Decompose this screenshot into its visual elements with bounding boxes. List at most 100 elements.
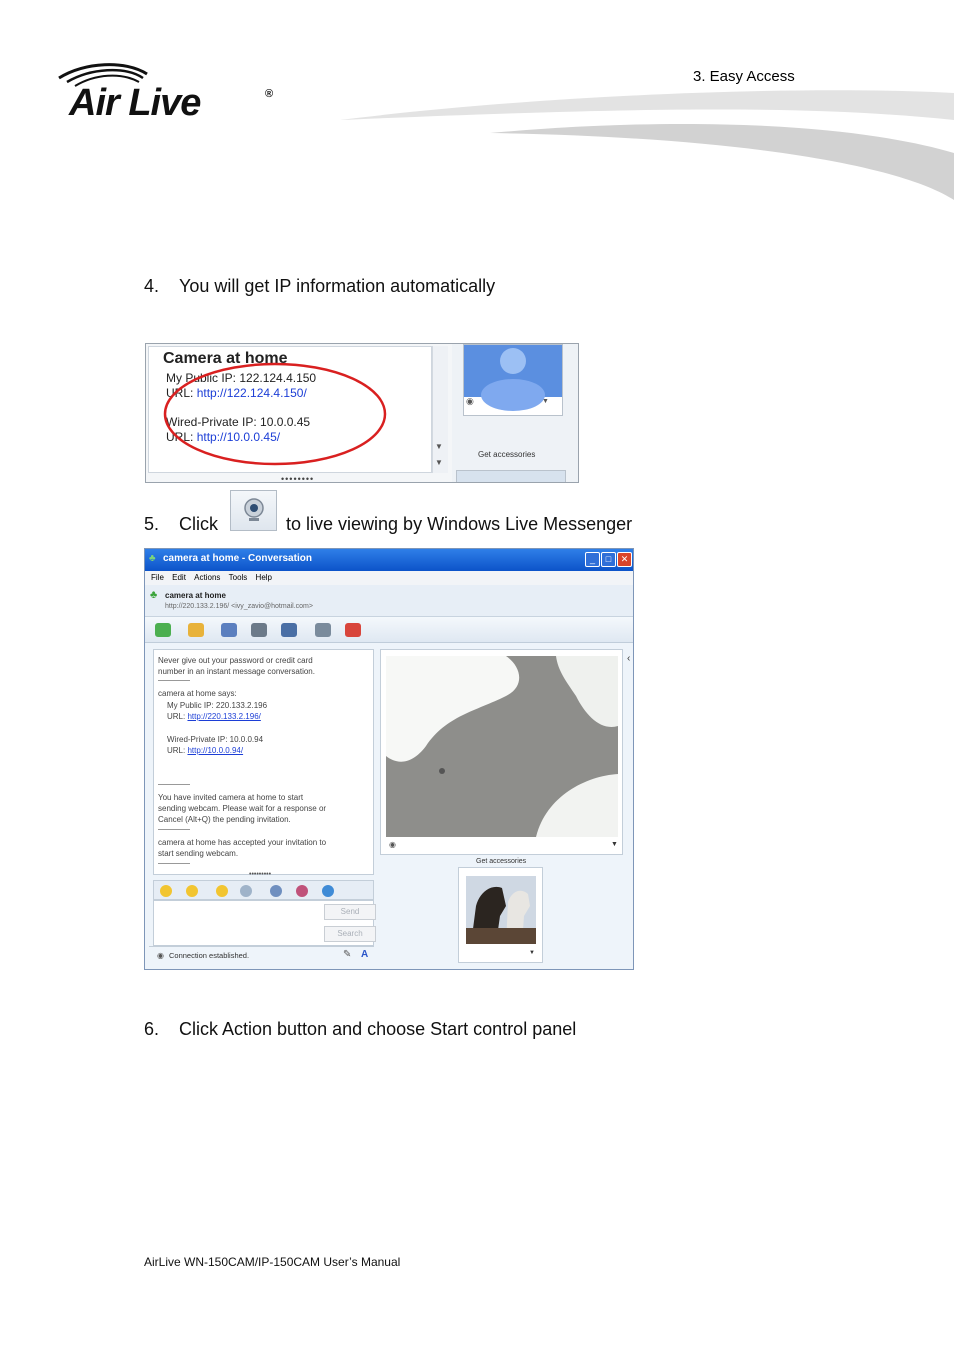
divider (158, 863, 190, 864)
accept-line-2: start sending webcam. (158, 849, 239, 858)
invite-icon[interactable] (155, 623, 171, 637)
ip-info-screenshot: Camera at home My Public IP: 122.124.4.1… (145, 343, 579, 483)
window-titlebar: ♣ camera at home - Conversation _ □ ✕ (145, 549, 633, 571)
invite-line-3: Cancel (Alt+Q) the pending invitation. (158, 815, 291, 824)
messenger-icon: ♣ (149, 553, 156, 564)
step-5: 5. Click (144, 514, 218, 535)
step-number: 6. (144, 1019, 160, 1039)
get-accessories-label[interactable]: Get accessories (478, 450, 535, 459)
invite-line-1: You have invited camera at home to start (158, 793, 304, 802)
ink-icon[interactable] (322, 885, 334, 897)
send-files-icon[interactable] (188, 623, 204, 637)
messenger-conversation-screenshot: ♣ camera at home - Conversation _ □ ✕ Fi… (144, 548, 634, 970)
activities-icon[interactable] (281, 623, 297, 637)
block-icon[interactable] (345, 623, 361, 637)
webcam-feed-image (386, 656, 618, 837)
action-toolbar (145, 617, 633, 643)
accept-line-1: camera at home has accepted your invitat… (158, 838, 327, 847)
private-url-link[interactable]: http://10.0.0.94/ (187, 746, 243, 755)
menu-edit[interactable]: Edit (172, 573, 186, 582)
message-pane: Camera at home My Public IP: 122.124.4.1… (148, 346, 432, 473)
accessories-box (456, 470, 566, 482)
url-label: URL: (167, 712, 186, 721)
handwriting-icon[interactable]: ✎ (343, 949, 351, 960)
webcam-small-icon[interactable]: ◉ (466, 396, 474, 407)
send-button[interactable]: Send (324, 904, 376, 920)
search-button[interactable]: Search (324, 926, 376, 942)
step-number: 4. (144, 276, 160, 296)
airlive-logo: Air Live ® (55, 60, 285, 130)
connection-icon: ◉ (157, 951, 164, 960)
side-panel: ◉ ▼ Get accessories (452, 344, 578, 482)
voice-clip-icon[interactable] (240, 885, 252, 897)
public-ip-text: My Public IP: 220.133.2.196 (167, 701, 268, 710)
public-url-link[interactable]: http://220.133.2.196/ (187, 712, 260, 721)
step-text-before: Click (179, 514, 218, 534)
close-button[interactable]: ✕ (617, 552, 632, 567)
logo-wordmark: Air Live (69, 82, 201, 124)
chat-history: Never give out your password or credit c… (153, 649, 374, 875)
webcam-small-icon[interactable]: ◉ (389, 840, 396, 849)
maximize-button[interactable]: □ (601, 552, 616, 567)
webcam-icon (244, 498, 264, 521)
menu-bar: File Edit Actions Tools Help (145, 571, 633, 585)
step-text: You will get IP information automaticall… (179, 276, 496, 296)
games-icon[interactable] (315, 623, 331, 637)
contact-subtitle: http://220.133.2.196/ <ivy_zavio@hotmail… (165, 603, 313, 610)
step-4: 4. You will get IP information automatica… (144, 276, 495, 297)
registered-mark: ® (265, 88, 274, 100)
red-circle-annotation (163, 362, 387, 466)
divider (158, 829, 190, 830)
chevron-down-icon[interactable]: ▼ (611, 841, 618, 848)
status-bar: ◉ Connection established. ✎ A (149, 946, 374, 963)
scroll-end-icon[interactable]: ▼ (435, 458, 443, 467)
warning-line-1: Never give out your password or credit c… (158, 656, 313, 665)
status-text: Connection established. (169, 951, 250, 960)
url-label: URL: (167, 746, 186, 755)
public-url-row: URL: http://220.133.2.196/ (167, 712, 261, 721)
wink-icon[interactable] (186, 885, 198, 897)
nudge-icon[interactable] (216, 885, 228, 897)
display-picture[interactable]: ▼ (458, 867, 543, 963)
call-icon[interactable] (251, 623, 267, 637)
footer-manual-title: AirLive WN-150CAM/IP-150CAM User’s Manua… (144, 1255, 401, 1269)
menu-tools[interactable]: Tools (229, 573, 248, 582)
background-icon[interactable] (296, 885, 308, 897)
contact-name: camera at home (165, 591, 226, 600)
window-title: camera at home - Conversation (163, 553, 312, 564)
scroll-down-icon[interactable]: ▼ (435, 442, 443, 451)
emoticon-toolbar (153, 880, 374, 900)
chevron-down-icon[interactable]: ▼ (542, 398, 549, 405)
warning-line-2: number in an instant message conversatio… (158, 667, 315, 676)
horses-picture (466, 876, 536, 944)
webcam-scene (386, 656, 618, 837)
contact-status-icon: ♣ (150, 589, 158, 601)
step-6: 6. Click Action button and choose Start c… (144, 1019, 576, 1040)
webcam-button[interactable] (230, 490, 277, 531)
step-5-continuation: to live viewing by Windows Live Messenge… (286, 514, 633, 534)
header-swoosh-decoration (340, 90, 954, 200)
chevron-down-icon[interactable]: ▼ (529, 950, 535, 956)
font-icon[interactable] (270, 885, 282, 897)
private-url-row: URL: http://10.0.0.94/ (167, 746, 243, 755)
avatar[interactable] (463, 344, 563, 416)
menu-actions[interactable]: Actions (194, 573, 220, 582)
menu-help[interactable]: Help (256, 573, 272, 582)
message-input[interactable]: Send Search (153, 900, 376, 946)
divider (158, 680, 190, 681)
invite-line-2: sending webcam. Please wait for a respon… (158, 804, 327, 813)
menu-file[interactable]: File (151, 573, 164, 582)
minimize-button[interactable]: _ (585, 552, 600, 567)
get-accessories-label[interactable]: Get accessories (476, 858, 526, 865)
collapse-arrow-icon[interactable]: ‹ (627, 653, 630, 664)
emoticon-icon[interactable] (160, 885, 172, 897)
scrollbar[interactable]: ▼ ▼ (432, 346, 448, 473)
chat-splitter-grip[interactable]: ••••••••• (249, 871, 271, 878)
text-mode-icon[interactable]: A (361, 949, 368, 960)
divider (158, 784, 190, 785)
private-ip-text: Wired-Private IP: 10.0.0.94 (167, 735, 264, 744)
video-call-icon[interactable] (221, 623, 237, 637)
splitter-grip[interactable]: •••••••• (281, 474, 314, 482)
step-text: Click Action button and choose Start con… (179, 1019, 577, 1039)
webcam-view: ◉ ▼ (380, 649, 623, 855)
